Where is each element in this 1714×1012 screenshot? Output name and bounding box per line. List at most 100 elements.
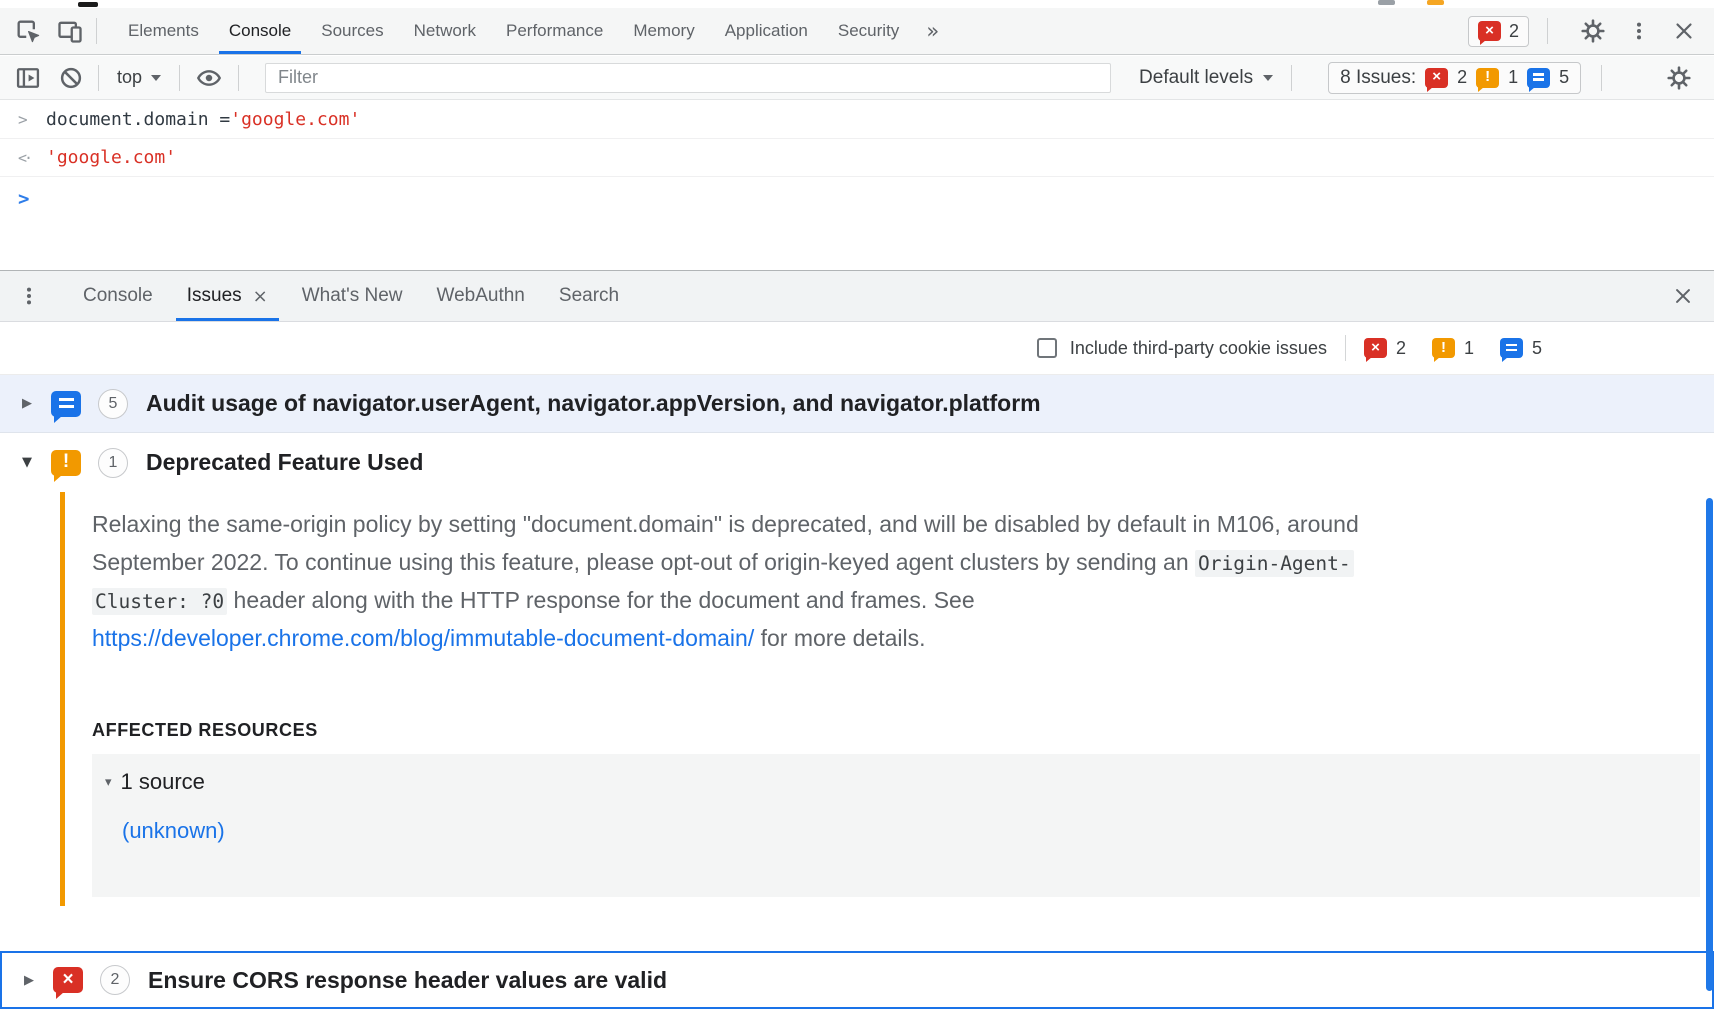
live-expression-button[interactable]: [194, 65, 224, 91]
device-toolbar-button[interactable]: [56, 17, 84, 45]
close-devtools-button[interactable]: [1672, 19, 1696, 43]
log-levels-dropdown[interactable]: Default levels: [1139, 67, 1273, 89]
chevron-down-icon: ▾: [105, 775, 112, 790]
context-selector[interactable]: top: [117, 67, 161, 88]
page-fragment: [1427, 0, 1444, 5]
console-messages: > document.domain = 'google.com' <· 'goo…: [0, 101, 1714, 270]
drawer: Console Issues × What's New WebAuthn Search I…: [0, 270, 1714, 1012]
log-levels-label: Default levels: [1139, 67, 1253, 89]
inline-code: Origin-Agent-: [1195, 550, 1354, 577]
gear-icon: [1666, 65, 1692, 91]
drawer-tabs: Console Issues × What's New WebAuthn Search: [66, 271, 636, 321]
description-line: https://developer.chrome.com/blog/immuta…: [92, 619, 1592, 657]
main-toolbar: ElementsConsoleSourcesNetworkPerformance…: [0, 8, 1714, 55]
expand-arrow-icon[interactable]: ▶: [20, 973, 38, 988]
drawer-tab-label: Console: [83, 285, 153, 307]
eye-icon: [194, 65, 224, 91]
sources-toggle[interactable]: ▾ 1 source: [105, 769, 205, 795]
issue-group-cors-headers[interactable]: ▶ × 2 Ensure CORS response header values…: [0, 951, 1714, 1009]
error-count: 2: [1509, 21, 1519, 42]
tab-application[interactable]: Application: [710, 8, 823, 54]
divider: [1547, 18, 1548, 44]
description-text: September 2022. To continue using this f…: [92, 549, 1195, 575]
issue-title: Deprecated Feature Used: [146, 449, 423, 476]
drawer-tab-console[interactable]: Console: [66, 271, 170, 321]
console-prompt-chevron-icon: >: [18, 188, 46, 210]
tab-elements[interactable]: Elements: [113, 8, 214, 54]
console-result-entry[interactable]: <· 'google.com': [0, 139, 1714, 177]
issue-description: Relaxing the same-origin policy by setti…: [92, 505, 1592, 657]
divider: [238, 65, 239, 91]
collapse-arrow-icon[interactable]: ▼: [18, 455, 36, 470]
tab-memory[interactable]: Memory: [618, 8, 709, 54]
page-fragment: [1378, 0, 1395, 5]
main-tabs: ElementsConsoleSourcesNetworkPerformance…: [113, 8, 914, 54]
warning-accent-bar: [60, 492, 65, 906]
info-bubble-icon: [51, 391, 81, 417]
drawer-tab-label: Search: [559, 285, 619, 307]
clear-console-button[interactable]: [58, 65, 84, 91]
chevron-down-icon: [151, 75, 161, 81]
console-prompt[interactable]: >: [0, 177, 1714, 221]
issue-title: Audit usage of navigator.userAgent, navi…: [146, 390, 1041, 417]
devtools-window: ElementsConsoleSourcesNetworkPerformance…: [0, 0, 1714, 1012]
divider: [98, 65, 99, 91]
filter-input[interactable]: [265, 63, 1111, 93]
third-party-cookie-checkbox[interactable]: [1037, 338, 1057, 358]
sources-toggle-label: 1 source: [121, 769, 205, 795]
warning-bubble-icon: !: [1476, 68, 1499, 88]
drawer-tab-search[interactable]: Search: [542, 271, 636, 321]
source-link[interactable]: (unknown): [122, 818, 225, 844]
issue-group-deprecated-feature[interactable]: ▼ ! 1 Deprecated Feature Used: [0, 433, 1714, 492]
page-fragment: [78, 2, 98, 7]
gear-icon: [1580, 18, 1606, 44]
inspect-element-button[interactable]: [14, 17, 42, 45]
drawer-tab-webauthn[interactable]: WebAuthn: [420, 271, 542, 321]
drawer-tab-label: What's New: [302, 285, 403, 307]
error-count-badge[interactable]: × 2: [1468, 16, 1529, 47]
warning-count: 1: [1464, 338, 1474, 359]
tab-sources[interactable]: Sources: [306, 8, 398, 54]
error-bubble-icon: ×: [1364, 338, 1387, 358]
warning-count: 1: [1508, 67, 1518, 88]
console-result-chevron-icon: <·: [18, 149, 46, 167]
drawer-tab-issues[interactable]: Issues ×: [170, 271, 285, 321]
issues-summary-button[interactable]: 8 Issues: × 2 ! 1 5: [1328, 62, 1581, 94]
close-icon[interactable]: ×: [253, 286, 268, 307]
close-drawer-button[interactable]: [1672, 285, 1694, 307]
info-count: 5: [1532, 338, 1542, 359]
issue-count-badge: 2: [100, 965, 130, 995]
description-link[interactable]: https://developer.chrome.com/blog/immuta…: [92, 625, 754, 651]
close-icon: [1672, 19, 1696, 43]
expand-arrow-icon[interactable]: ▶: [18, 396, 36, 411]
console-sidebar-toggle-button[interactable]: [14, 64, 42, 92]
tab-performance[interactable]: Performance: [491, 8, 618, 54]
drawer-tab-label: WebAuthn: [437, 285, 525, 307]
more-options-button[interactable]: [1628, 20, 1650, 42]
settings-button[interactable]: [1580, 18, 1606, 44]
tab-console[interactable]: Console: [214, 8, 306, 54]
more-tabs-icon[interactable]: »: [926, 19, 939, 43]
tab-security[interactable]: Security: [823, 8, 914, 54]
drawer-tab-what-s-new[interactable]: What's New: [285, 271, 420, 321]
issues-counts: × 2 ! 1 5: [1364, 338, 1542, 359]
issues-summary-label: 8 Issues:: [1340, 67, 1416, 89]
description-line: Relaxing the same-origin policy by setti…: [92, 505, 1592, 543]
drawer-tab-label: Issues: [187, 285, 242, 307]
context-selector-label: top: [117, 67, 142, 88]
scrollbar-thumb[interactable]: [1706, 498, 1713, 991]
console-settings-button[interactable]: [1666, 65, 1692, 91]
description-line: Cluster: ?0 header along with the HTTP r…: [92, 581, 1592, 619]
third-party-cookie-label[interactable]: Include third-party cookie issues: [1070, 338, 1327, 359]
page-behind-strip: [0, 0, 1714, 8]
block-icon: [58, 65, 84, 91]
warning-bubble-icon: !: [1432, 338, 1455, 358]
device-toolbar-icon: [56, 17, 84, 45]
error-bubble-icon: ×: [1425, 68, 1448, 88]
divider: [96, 18, 97, 44]
console-input-entry[interactable]: > document.domain = 'google.com': [0, 101, 1714, 139]
issue-group-audit-useragent[interactable]: ▶ 5 Audit usage of navigator.userAgent, …: [0, 375, 1714, 433]
drawer-menu-button[interactable]: [18, 285, 40, 307]
tab-network[interactable]: Network: [399, 8, 491, 54]
error-bubble-icon: ×: [1478, 21, 1501, 41]
